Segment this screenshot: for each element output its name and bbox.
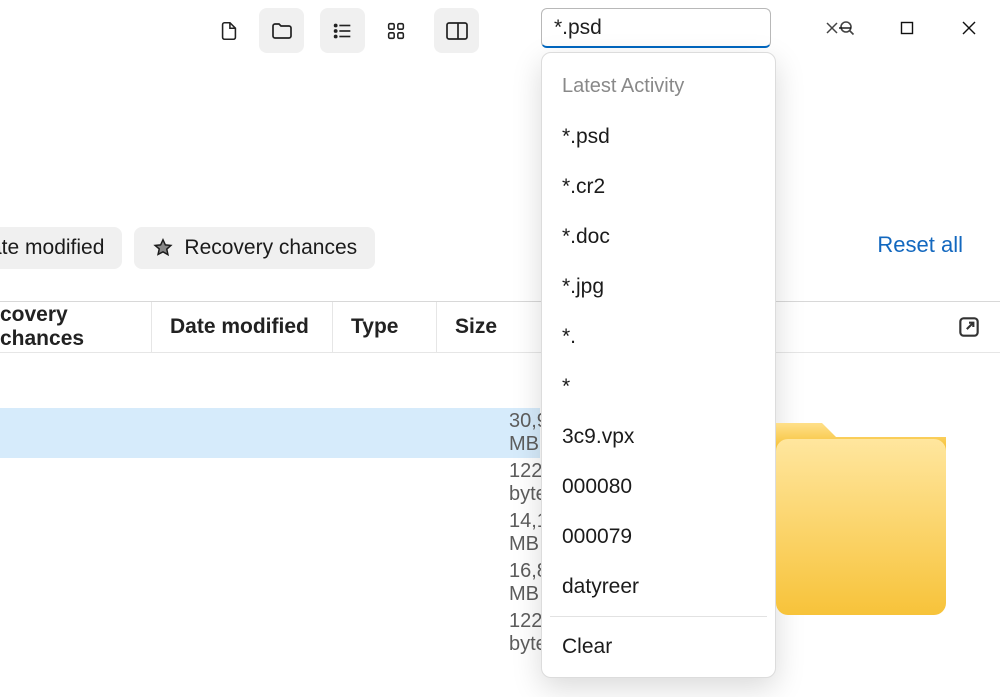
dropdown-item[interactable]: *.psd bbox=[542, 112, 775, 162]
dropdown-item[interactable]: 000080 bbox=[542, 462, 775, 512]
dropdown-item[interactable]: *.cr2 bbox=[542, 162, 775, 212]
dropdown-item[interactable]: *. bbox=[542, 312, 775, 362]
dropdown-item[interactable]: * bbox=[542, 362, 775, 412]
dropdown-separator bbox=[550, 616, 767, 617]
list-view-button[interactable] bbox=[320, 8, 365, 53]
minimize-button[interactable] bbox=[814, 0, 876, 55]
col-date[interactable]: Date modified bbox=[152, 302, 333, 352]
dropdown-header: Latest Activity bbox=[542, 63, 775, 112]
reset-all-link[interactable]: Reset all bbox=[877, 232, 963, 258]
folder-icon-button[interactable] bbox=[259, 8, 304, 53]
col-recovery[interactable]: covery chances bbox=[0, 302, 152, 352]
table-row[interactable]: Folder30,9 MB bbox=[0, 408, 540, 458]
cell-size: 14,1 MB bbox=[454, 510, 548, 556]
dropdown-item[interactable]: *.jpg bbox=[542, 262, 775, 312]
search-box[interactable] bbox=[541, 8, 771, 48]
dropdown-item[interactable]: datyreer bbox=[542, 562, 775, 612]
panel-view-button[interactable] bbox=[434, 8, 479, 53]
filter-recovery-chances[interactable]: Recovery chances bbox=[134, 227, 375, 269]
search-input[interactable] bbox=[554, 9, 825, 46]
table-row[interactable]: Folder122 bytes bbox=[0, 608, 540, 658]
filter-date-modified[interactable]: ate modified bbox=[0, 227, 122, 269]
folder-preview-icon bbox=[776, 417, 946, 617]
table-row[interactable]: Folder122 bytes bbox=[0, 458, 540, 508]
filter-label: Recovery chances bbox=[184, 236, 357, 260]
external-link-icon[interactable] bbox=[956, 314, 982, 340]
dropdown-item[interactable]: *.doc bbox=[542, 212, 775, 262]
col-type[interactable]: Type bbox=[333, 302, 437, 352]
table-row[interactable]: Folder14,1 MB bbox=[0, 508, 540, 558]
table-row[interactable]: Folder16,8 MB bbox=[0, 558, 540, 608]
grid-view-button[interactable] bbox=[373, 8, 418, 53]
file-icon-button[interactable] bbox=[206, 8, 251, 53]
cell-size: 30,9 MB bbox=[454, 410, 548, 456]
dropdown-item[interactable]: 000079 bbox=[542, 512, 775, 562]
maximize-button[interactable] bbox=[876, 0, 938, 55]
filter-label: ate modified bbox=[0, 236, 104, 260]
dropdown-item[interactable]: 3c9.vpx bbox=[542, 412, 775, 462]
cell-size: 16,8 MB bbox=[454, 560, 548, 606]
dropdown-clear[interactable]: Clear bbox=[542, 621, 775, 671]
star-icon bbox=[152, 237, 174, 259]
table-header: covery chances Date modified Type Size bbox=[0, 301, 1000, 353]
search-history-dropdown: Latest Activity *.psd*.cr2*.doc*.jpg*.*3… bbox=[541, 52, 776, 678]
close-button[interactable] bbox=[938, 0, 1000, 55]
